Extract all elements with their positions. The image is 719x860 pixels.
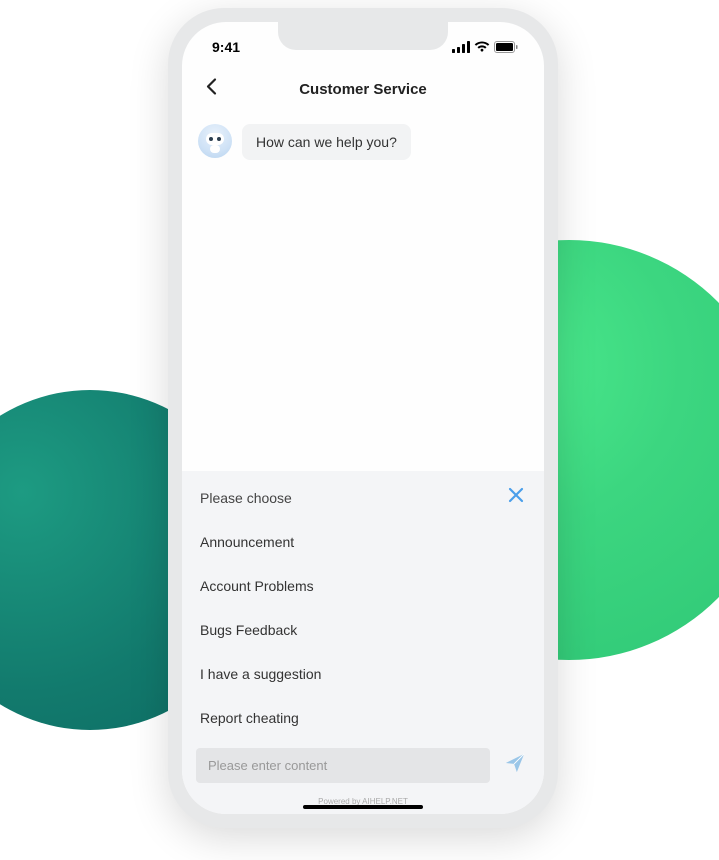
bot-message-bubble: How can we help you? [242, 124, 411, 160]
options-panel: Please choose Announcement Account Probl… [182, 471, 544, 740]
status-time: 9:41 [212, 39, 240, 55]
input-bar: Please enter content [182, 740, 544, 791]
battery-icon [494, 41, 518, 53]
panel-option-report-cheating[interactable]: Report cheating [182, 696, 544, 740]
panel-prompt: Please choose [200, 490, 292, 506]
status-icons [452, 41, 518, 53]
phone-notch [278, 22, 448, 50]
back-button[interactable] [200, 74, 222, 105]
panel-option-bugs-feedback[interactable]: Bugs Feedback [182, 608, 544, 652]
page-title: Customer Service [299, 81, 427, 98]
chat-area: How can we help you? [182, 112, 544, 471]
close-icon [508, 487, 524, 503]
bot-avatar [198, 124, 232, 158]
panel-option-account-problems[interactable]: Account Problems [182, 564, 544, 608]
nav-header: Customer Service [182, 66, 544, 112]
panel-option-suggestion[interactable]: I have a suggestion [182, 652, 544, 696]
phone-frame: 9:41 Customer Service [168, 8, 558, 828]
send-button[interactable] [500, 748, 530, 783]
panel-close-button[interactable] [506, 485, 526, 510]
wifi-icon [474, 41, 490, 53]
message-input[interactable]: Please enter content [196, 748, 490, 783]
send-icon [504, 752, 526, 774]
panel-header: Please choose [182, 471, 544, 520]
chevron-left-icon [204, 78, 218, 96]
chat-message-row: How can we help you? [198, 124, 528, 160]
phone-screen: 9:41 Customer Service [182, 22, 544, 814]
footer: Powered by AIHELP.NET [182, 791, 544, 814]
signal-icon [452, 41, 470, 53]
panel-option-announcement[interactable]: Announcement [182, 520, 544, 564]
home-indicator[interactable] [303, 805, 423, 809]
